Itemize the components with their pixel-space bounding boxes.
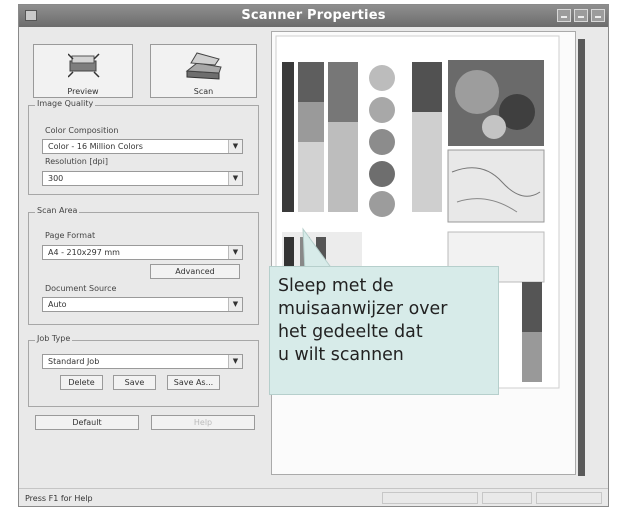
job-type-group: Job Type <box>28 334 259 407</box>
tooltip-line: het gedeelte dat <box>278 322 423 342</box>
delete-button[interactable]: Delete <box>60 375 103 390</box>
chevron-down-icon: ▼ <box>228 298 242 311</box>
preview-scrollbar[interactable] <box>578 39 585 476</box>
maximize-button[interactable] <box>574 9 588 22</box>
close-button[interactable] <box>591 9 605 22</box>
status-text: Press F1 for Help <box>25 494 93 503</box>
job-type-select[interactable]: Standard Job ▼ <box>42 354 243 369</box>
status-bar: Press F1 for Help <box>19 488 608 507</box>
page-format-select[interactable]: A4 - 210x297 mm ▼ <box>42 245 243 260</box>
chevron-down-icon: ▼ <box>228 355 242 368</box>
job-type-value: Standard Job <box>48 357 100 366</box>
page-format-label: Page Format <box>45 231 96 240</box>
minimize-button[interactable] <box>557 9 571 22</box>
resolution-select[interactable]: 300 ▼ <box>42 171 243 186</box>
scan-button[interactable]: Scan <box>150 44 257 98</box>
chevron-down-icon: ▼ <box>228 140 242 153</box>
scan-area-tooltip: Sleep met de muisaanwijzer over het gede… <box>269 266 499 395</box>
tooltip-line: Sleep met de <box>278 276 394 296</box>
chevron-down-icon: ▼ <box>228 172 242 185</box>
tooltip-line: muisaanwijzer over <box>278 299 448 319</box>
default-button[interactable]: Default <box>35 415 139 430</box>
save-button[interactable]: Save <box>113 375 156 390</box>
tooltip-line: u wilt scannen <box>278 345 404 365</box>
page-format-value: A4 - 210x297 mm <box>48 248 120 257</box>
document-source-value: Auto <box>48 300 67 309</box>
preview-button[interactable]: Preview <box>33 44 133 98</box>
help-button[interactable]: Help <box>151 415 255 430</box>
resolution-value: 300 <box>48 174 64 183</box>
advanced-button[interactable]: Advanced <box>150 264 240 279</box>
title-bar: Scanner Properties <box>19 5 608 27</box>
color-composition-select[interactable]: Color - 16 Million Colors ▼ <box>42 139 243 154</box>
job-type-label: Job Type <box>35 334 73 343</box>
resolution-label: Resolution [dpi] <box>45 157 108 166</box>
preview-icon <box>68 53 100 78</box>
window-title: Scanner Properties <box>241 8 386 23</box>
scan-area-label: Scan Area <box>35 206 80 215</box>
save-as-button[interactable]: Save As... <box>167 375 220 390</box>
status-panel <box>382 492 478 504</box>
status-panel <box>482 492 532 504</box>
status-panel <box>536 492 602 504</box>
image-quality-label: Image Quality <box>35 99 96 108</box>
document-source-label: Document Source <box>45 284 117 293</box>
scanner-icon <box>185 52 222 80</box>
color-composition-value: Color - 16 Million Colors <box>48 142 143 151</box>
scanner-properties-window: Scanner Properties Preview Scan Image Qu… <box>18 4 609 507</box>
scan-label: Scan <box>193 87 214 96</box>
chevron-down-icon: ▼ <box>228 246 242 259</box>
document-source-select[interactable]: Auto ▼ <box>42 297 243 312</box>
preview-label: Preview <box>67 87 99 96</box>
color-composition-label: Color Composition <box>45 126 119 135</box>
